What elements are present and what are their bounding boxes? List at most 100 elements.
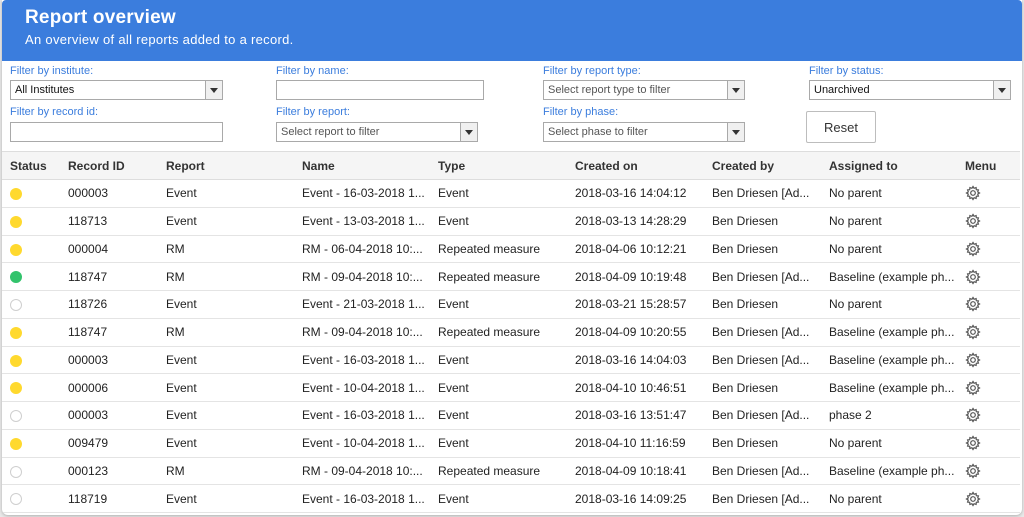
table-header-row: Status Record ID Report Name Type Create… (2, 151, 1020, 180)
column-header-created-on[interactable]: Created on (567, 152, 704, 180)
column-header-created-by[interactable]: Created by (704, 152, 821, 180)
menu-cell (957, 291, 1020, 319)
assigned-to-cell: Baseline (example ph... (829, 325, 955, 340)
menu-cell (957, 207, 1020, 235)
chevron-down-icon (727, 123, 744, 141)
status-cell (2, 235, 60, 263)
assigned-to-cell: No parent (829, 491, 882, 506)
filter-status-label: Filter by status: (809, 65, 884, 77)
assigned-to-cell: No parent (829, 186, 882, 201)
report-cell: RM (166, 463, 185, 478)
name-cell: Event - 16-03-2018 1... (302, 352, 425, 367)
record-id-cell: 118726 (68, 297, 108, 312)
status-cell (2, 485, 60, 513)
table-row[interactable]: 000006 Event Event - 10-04-2018 1... Event 2… (2, 374, 1020, 402)
table-row[interactable]: 118747 RM RM - 09-04-2018 10:... Repeated m… (2, 318, 1020, 346)
status-dot-icon (10, 437, 22, 450)
table-row[interactable]: 000003 Event Event - 16-03-2018 1... Event 2… (2, 402, 1020, 430)
gear-icon[interactable] (965, 324, 981, 340)
table-row[interactable]: 118726 Event Event - 21-03-2018 1... Event 2… (2, 291, 1020, 319)
type-cell: Event (438, 186, 469, 201)
type-cell: Event (438, 380, 469, 395)
status-cell (2, 374, 60, 402)
report-cell: RM (166, 241, 185, 256)
created-on-cell: 2018-03-13 14:28:29 (575, 214, 687, 229)
name-filter-input[interactable] (276, 80, 484, 100)
gear-icon[interactable] (965, 352, 981, 368)
record-id-filter-input[interactable] (10, 122, 223, 142)
status-dot-icon (10, 465, 22, 478)
table-row[interactable]: 000123 RM RM - 09-04-2018 10:... Repeated m… (2, 457, 1020, 485)
record-id-cell: 118747 (68, 269, 108, 284)
status-dot-icon (10, 215, 22, 228)
assigned-to-cell: Baseline (example ph... (829, 269, 955, 284)
menu-cell (957, 374, 1020, 402)
created-on-cell: 2018-04-10 10:46:51 (575, 380, 687, 395)
chevron-down-icon (993, 81, 1010, 99)
gear-icon[interactable] (965, 268, 981, 285)
reset-button[interactable]: Reset (806, 111, 876, 143)
gear-icon[interactable] (965, 490, 981, 507)
column-header-type[interactable]: Type (430, 152, 567, 180)
created-on-cell: 2018-04-09 10:20:55 (575, 325, 687, 340)
column-header-status[interactable]: Status (2, 152, 60, 180)
report-cell: Event (166, 186, 197, 201)
column-header-record-id[interactable]: Record ID (60, 152, 158, 180)
menu-cell (957, 235, 1020, 263)
menu-cell (957, 402, 1020, 430)
record-id-cell: 009479 (68, 436, 109, 451)
name-cell: Event - 16-03-2018 1... (302, 491, 425, 506)
column-header-name[interactable]: Name (294, 152, 430, 180)
report-cell: RM (166, 269, 185, 284)
institute-select[interactable]: All Institutes (10, 80, 223, 100)
table-row[interactable]: 118747 RM RM - 09-04-2018 10:... Repeated m… (2, 263, 1020, 291)
filter-report-label: Filter by report: (276, 106, 350, 118)
record-id-cell: 000003 (68, 408, 109, 423)
report-type-select[interactable]: Select report type to filter (543, 80, 745, 100)
record-id-cell: 000123 (68, 463, 109, 478)
gear-icon[interactable] (965, 435, 981, 451)
gear-icon[interactable] (965, 185, 981, 202)
status-select[interactable]: Unarchived (809, 80, 1011, 100)
report-cell: Event (166, 380, 197, 395)
gear-icon[interactable] (965, 407, 981, 424)
type-cell: Event (438, 408, 469, 423)
created-by-cell: Ben Driesen (712, 380, 779, 395)
table-row[interactable]: 000003 Event Event - 16-03-2018 1... Event 2… (2, 180, 1020, 208)
column-header-menu: Menu (965, 158, 997, 173)
assigned-to-cell: No parent (829, 214, 882, 229)
created-by-cell: Ben Driesen (712, 436, 779, 451)
gear-icon[interactable] (965, 241, 981, 257)
name-cell: RM - 09-04-2018 10:... (302, 269, 423, 284)
gear-icon[interactable] (965, 379, 981, 396)
report-overview-panel: Report overview An overview of all repor… (2, 0, 1022, 515)
name-cell: Event - 16-03-2018 1... (302, 186, 425, 201)
table-row[interactable]: 000004 RM RM - 06-04-2018 10:... Repeated m… (2, 235, 1020, 263)
created-by-cell: Ben Driesen [Ad... (712, 269, 810, 284)
table-row[interactable]: 118713 Event Event - 13-03-2018 1... Event 2… (2, 207, 1020, 235)
column-header-report[interactable]: Report (158, 152, 294, 180)
report-select[interactable]: Select report to filter (276, 122, 478, 142)
column-header-assigned-to[interactable]: Assigned to (821, 152, 957, 180)
table-row[interactable]: 118719 Event Event - 16-03-2018 1... Event 2… (2, 485, 1020, 513)
type-cell: Event (438, 436, 469, 451)
status-select-value: Unarchived (814, 84, 870, 96)
table-body: 000003 Event Event - 16-03-2018 1... Event 2… (2, 180, 1020, 513)
created-by-cell: Ben Driesen (712, 214, 779, 229)
status-dot-icon (10, 493, 22, 506)
table-row[interactable]: 000003 Event Event - 16-03-2018 1... Event 2… (2, 346, 1020, 374)
status-dot-icon (10, 243, 22, 256)
table-row[interactable]: 009479 Event Event - 10-04-2018 1... Event 2… (2, 429, 1020, 457)
type-cell: Repeated measure (438, 463, 541, 478)
chevron-down-icon (205, 81, 222, 99)
phase-select[interactable]: Select phase to filter (543, 122, 745, 142)
status-cell (2, 429, 60, 457)
gear-icon[interactable] (965, 463, 981, 479)
created-by-cell: Ben Driesen [Ad... (712, 491, 810, 506)
report-cell: Event (166, 297, 197, 312)
gear-icon[interactable] (965, 296, 981, 313)
gear-icon[interactable] (965, 213, 981, 229)
report-cell: RM (166, 325, 185, 340)
type-cell: Repeated measure (438, 269, 541, 284)
status-dot-icon (10, 326, 22, 339)
